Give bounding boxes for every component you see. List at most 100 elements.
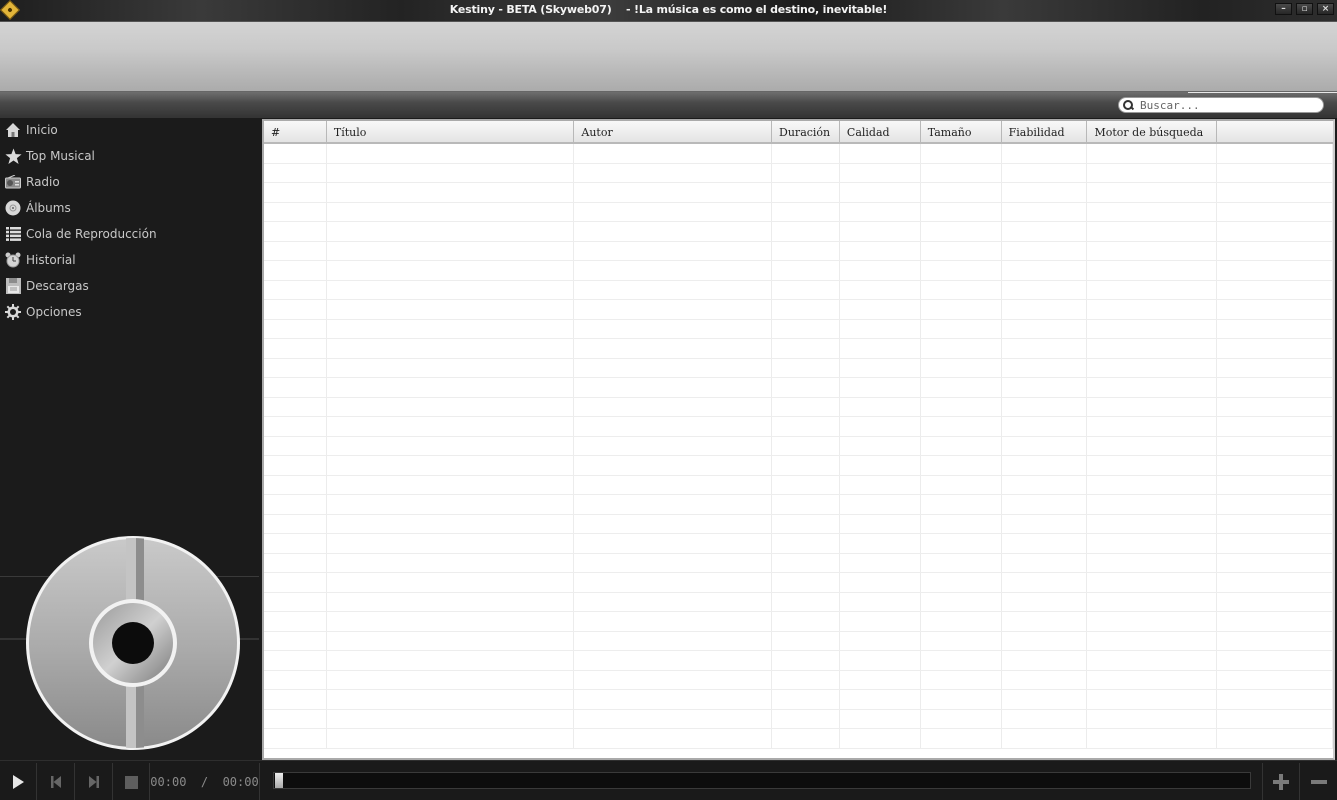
table-row[interactable] bbox=[264, 456, 1333, 476]
table-cell bbox=[1217, 475, 1333, 494]
next-button[interactable] bbox=[75, 763, 113, 800]
table-cell bbox=[264, 573, 327, 592]
table-cell bbox=[1217, 378, 1333, 397]
table-row[interactable] bbox=[264, 202, 1333, 222]
table-row[interactable] bbox=[264, 280, 1333, 300]
table-cell bbox=[327, 280, 575, 299]
table-cell bbox=[264, 553, 327, 572]
sidebar-item-descargas[interactable]: Descargas bbox=[0, 274, 259, 298]
table-cell bbox=[772, 690, 840, 709]
volume-down-button[interactable] bbox=[1300, 763, 1337, 800]
previous-button[interactable] bbox=[37, 763, 75, 800]
maximize-button[interactable]: ▫ bbox=[1296, 3, 1313, 15]
table-row[interactable] bbox=[264, 670, 1333, 690]
column-header[interactable]: Fiabilidad bbox=[1002, 121, 1088, 142]
table-row[interactable] bbox=[264, 397, 1333, 417]
play-button[interactable] bbox=[0, 763, 37, 800]
table-row[interactable] bbox=[264, 612, 1333, 632]
table-cell bbox=[1217, 651, 1333, 670]
column-header[interactable]: Duración bbox=[772, 121, 840, 142]
table-cell bbox=[840, 612, 921, 631]
seek-handle[interactable] bbox=[275, 773, 283, 788]
disc-icon bbox=[4, 199, 22, 217]
seek-bar[interactable] bbox=[273, 772, 1251, 789]
sidebar-item-historial[interactable]: Historial bbox=[0, 248, 259, 272]
column-header[interactable]: Motor de búsqueda bbox=[1087, 121, 1218, 142]
title-bar[interactable]: Kestiny - BETA (Skyweb07) - !La música e… bbox=[0, 0, 1337, 22]
table-row[interactable] bbox=[264, 417, 1333, 437]
sidebar-item-label: Álbums bbox=[26, 201, 71, 215]
table-row[interactable] bbox=[264, 651, 1333, 671]
sidebar-item-radio[interactable]: Radio bbox=[0, 170, 259, 194]
column-header[interactable]: # bbox=[264, 121, 327, 142]
table-cell bbox=[1217, 729, 1333, 748]
table-row[interactable] bbox=[264, 163, 1333, 183]
table-row[interactable] bbox=[264, 592, 1333, 612]
column-header[interactable]: Autor bbox=[574, 121, 773, 142]
table-cell bbox=[772, 300, 840, 319]
table-cell bbox=[574, 553, 773, 572]
table-cell bbox=[574, 670, 773, 689]
table-cell bbox=[1087, 709, 1218, 728]
table-cell bbox=[327, 163, 575, 182]
table-cell bbox=[574, 709, 773, 728]
table-row[interactable] bbox=[264, 495, 1333, 515]
column-header[interactable]: Calidad bbox=[840, 121, 921, 142]
table-cell bbox=[264, 144, 327, 163]
table-row[interactable] bbox=[264, 319, 1333, 339]
table-cell bbox=[840, 222, 921, 241]
table-cell bbox=[921, 729, 1002, 748]
table-cell bbox=[1217, 417, 1333, 436]
table-row[interactable] bbox=[264, 475, 1333, 495]
table-row[interactable] bbox=[264, 709, 1333, 729]
table-cell bbox=[840, 300, 921, 319]
volume-up-button[interactable] bbox=[1262, 763, 1300, 800]
table-row[interactable] bbox=[264, 514, 1333, 534]
table-cell bbox=[1217, 202, 1333, 221]
table-row[interactable] bbox=[264, 378, 1333, 398]
sidebar-item-albums[interactable]: Álbums bbox=[0, 196, 259, 220]
minimize-button[interactable]: – bbox=[1275, 3, 1292, 15]
table-cell bbox=[574, 417, 773, 436]
column-header[interactable]: Título bbox=[327, 121, 575, 142]
search-box[interactable] bbox=[1118, 97, 1324, 113]
album-art-cd-icon bbox=[26, 536, 240, 750]
table-row[interactable] bbox=[264, 534, 1333, 554]
table-row[interactable] bbox=[264, 339, 1333, 359]
table-row[interactable] bbox=[264, 261, 1333, 281]
table-cell bbox=[921, 144, 1002, 163]
table-row[interactable] bbox=[264, 690, 1333, 710]
table-row[interactable] bbox=[264, 631, 1333, 651]
table-cell bbox=[574, 163, 773, 182]
table-row[interactable] bbox=[264, 300, 1333, 320]
column-header[interactable]: Tamaño bbox=[921, 121, 1002, 142]
close-button[interactable]: × bbox=[1317, 3, 1334, 15]
table-row[interactable] bbox=[264, 144, 1333, 164]
table-cell bbox=[264, 202, 327, 221]
table-row[interactable] bbox=[264, 222, 1333, 242]
table-cell bbox=[327, 709, 575, 728]
table-cell bbox=[772, 339, 840, 358]
table-cell bbox=[1217, 670, 1333, 689]
search-input[interactable] bbox=[1140, 98, 1310, 112]
table-row[interactable] bbox=[264, 358, 1333, 378]
table-cell bbox=[921, 397, 1002, 416]
table-cell bbox=[921, 183, 1002, 202]
table-cell bbox=[264, 183, 327, 202]
table-row[interactable] bbox=[264, 241, 1333, 261]
stop-button[interactable] bbox=[113, 763, 150, 800]
sidebar-item-inicio[interactable]: Inicio bbox=[0, 118, 259, 142]
table-cell bbox=[1002, 631, 1088, 650]
sidebar-item-cola[interactable]: Cola de Reproducción bbox=[0, 222, 259, 246]
sidebar-item-top-musical[interactable]: Top Musical bbox=[0, 144, 259, 168]
column-header[interactable] bbox=[1217, 121, 1333, 142]
table-row[interactable] bbox=[264, 729, 1333, 749]
table-row[interactable] bbox=[264, 553, 1333, 573]
table-cell bbox=[921, 358, 1002, 377]
table-cell bbox=[1087, 553, 1218, 572]
table-row[interactable] bbox=[264, 573, 1333, 593]
table-row[interactable] bbox=[264, 436, 1333, 456]
table-row[interactable] bbox=[264, 183, 1333, 203]
sidebar-item-opciones[interactable]: Opciones bbox=[0, 300, 259, 324]
table-cell bbox=[840, 241, 921, 260]
